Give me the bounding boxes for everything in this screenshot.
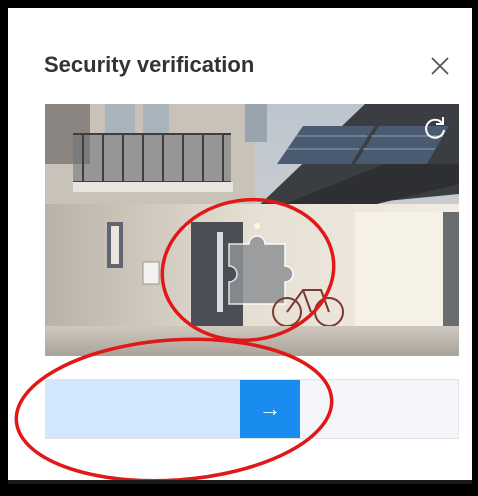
close-icon (431, 57, 449, 75)
dialog-title: Security verification (44, 52, 255, 77)
close-button[interactable] (426, 52, 454, 80)
slider-track[interactable]: → (45, 379, 459, 439)
refresh-button[interactable] (421, 114, 449, 142)
refresh-icon (425, 117, 445, 139)
puzzle-piece-icon (228, 235, 294, 305)
captcha-image (45, 104, 459, 356)
verification-dialog: Security verification → (8, 8, 472, 484)
slider-handle[interactable]: → (240, 380, 300, 438)
house-photo (45, 104, 459, 356)
divider (8, 480, 472, 484)
arrow-right-icon: → (259, 396, 281, 421)
slider-progress-fill (46, 380, 243, 438)
